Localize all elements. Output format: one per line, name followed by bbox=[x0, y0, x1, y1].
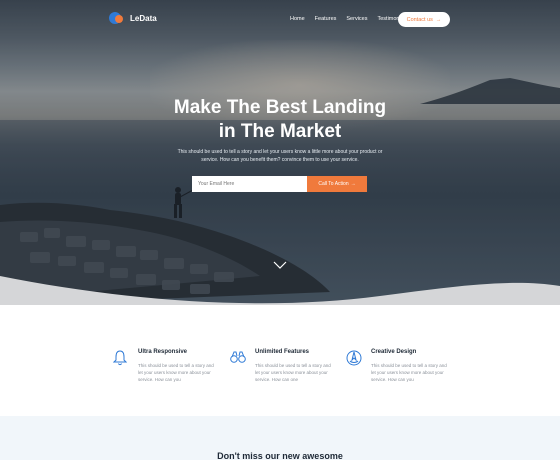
hero-subtitle-line-1: This should be used to tell a story and … bbox=[177, 149, 383, 155]
arrow-right-icon: → bbox=[435, 16, 442, 23]
hero-subtitle: This should be used to tell a story and … bbox=[170, 148, 390, 164]
feature-title: Unlimited Features bbox=[255, 349, 310, 355]
scroll-down-icon[interactable] bbox=[273, 260, 287, 270]
newsletter-heading: Don't miss our new awesome bbox=[217, 451, 343, 460]
binoculars-icon bbox=[230, 351, 246, 363]
nav-link-services[interactable]: Services bbox=[346, 16, 367, 22]
hero-section: LeData Home Features Services Testimonia… bbox=[0, 0, 560, 305]
logo-mark-icon bbox=[109, 12, 125, 25]
nav-link-home[interactable]: Home bbox=[290, 16, 305, 22]
brand-logo[interactable]: LeData bbox=[109, 12, 157, 25]
feature-text: This should be used to tell a story and … bbox=[371, 363, 447, 382]
feature-text: This should be used to tell a story and … bbox=[138, 363, 214, 382]
hero-title: Make The Best Landing in The Market bbox=[130, 96, 430, 144]
arrow-right-icon: → bbox=[350, 181, 356, 187]
email-field[interactable] bbox=[192, 176, 307, 192]
main-nav: Home Features Services Testimonials bbox=[290, 16, 408, 22]
bell-icon bbox=[113, 350, 127, 366]
hero-title-line-1: Make The Best Landing bbox=[173, 97, 387, 118]
brand-name: LeData bbox=[130, 14, 157, 23]
compass-icon bbox=[346, 350, 362, 366]
hero-subtitle-line-2: service. How can you benefit them? convi… bbox=[201, 157, 359, 163]
feature-text: This should be used to tell a story and … bbox=[255, 363, 331, 382]
call-to-action-label: Call To Action bbox=[318, 181, 349, 187]
feature-title: Ultra Responsive bbox=[138, 349, 188, 355]
hero-title-line-2: in The Market bbox=[218, 121, 342, 142]
contact-us-label: Contact us bbox=[406, 16, 433, 23]
nav-link-features[interactable]: Features bbox=[315, 16, 337, 22]
contact-us-button[interactable]: Contact us → bbox=[398, 12, 450, 27]
feature-title: Creative Design bbox=[371, 349, 417, 355]
call-to-action-button[interactable]: Call To Action → bbox=[307, 176, 367, 192]
